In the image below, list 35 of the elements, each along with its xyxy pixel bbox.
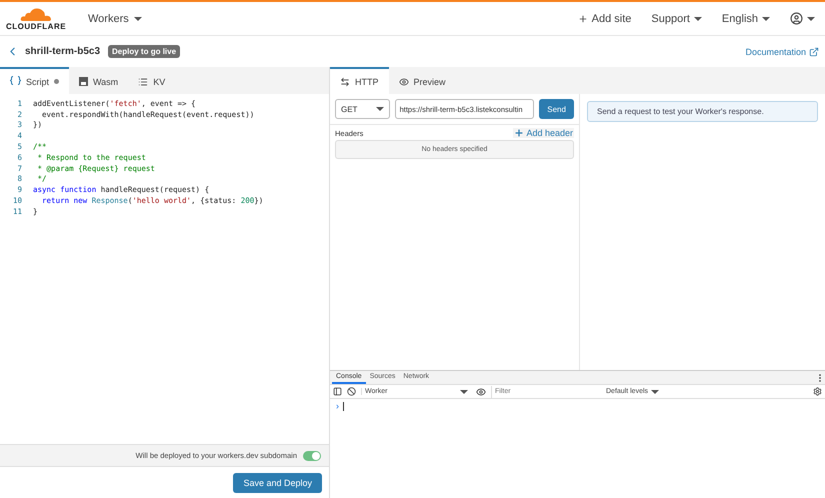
plus-icon <box>514 128 524 138</box>
response-hint: Send a request to test your Worker's response. <box>587 101 818 122</box>
save-deploy-button[interactable]: Save and Deploy <box>233 472 322 492</box>
status-badge: Deploy to go live <box>108 45 180 58</box>
module-icon <box>79 77 88 86</box>
cloud-logo-icon <box>19 6 53 22</box>
header-menu[interactable]: English <box>722 12 770 24</box>
editor-tab[interactable]: KV <box>128 67 176 94</box>
product-menu[interactable]: Workers <box>88 12 142 24</box>
documentation-link[interactable]: Documentation <box>745 46 819 56</box>
send-button[interactable]: Send <box>539 99 574 119</box>
preview-tab[interactable]: Preview <box>388 67 456 94</box>
sidebar-toggle-icon[interactable] <box>333 387 342 396</box>
console-prompt: › <box>336 401 339 411</box>
subdomain-toggle[interactable] <box>303 450 321 460</box>
worker-name: shrill-term-b5c3 <box>25 46 100 57</box>
list-icon <box>138 76 148 86</box>
external-link-icon <box>809 46 819 56</box>
eye-icon <box>398 76 408 86</box>
account-menu[interactable] <box>790 12 815 25</box>
header-menu[interactable]: Support <box>651 12 702 24</box>
add-header-button[interactable]: Add header <box>513 128 574 138</box>
eye-icon[interactable] <box>476 386 486 396</box>
editor-tab[interactable]: Wasm <box>69 67 128 94</box>
editor-tab[interactable]: Script <box>0 67 70 94</box>
logo-wordmark: CLOUDFLARE <box>6 22 66 30</box>
text-cursor <box>343 402 344 410</box>
method-select[interactable]: GET <box>335 99 390 119</box>
arrows-icon <box>340 76 350 86</box>
braces-icon <box>10 76 21 85</box>
preview-tab[interactable]: HTTP <box>330 67 388 94</box>
add-site-button[interactable]: Add site <box>578 12 632 24</box>
plus-icon <box>578 14 588 24</box>
settings-icon[interactable] <box>813 387 822 396</box>
clear-console-icon[interactable] <box>347 387 356 396</box>
